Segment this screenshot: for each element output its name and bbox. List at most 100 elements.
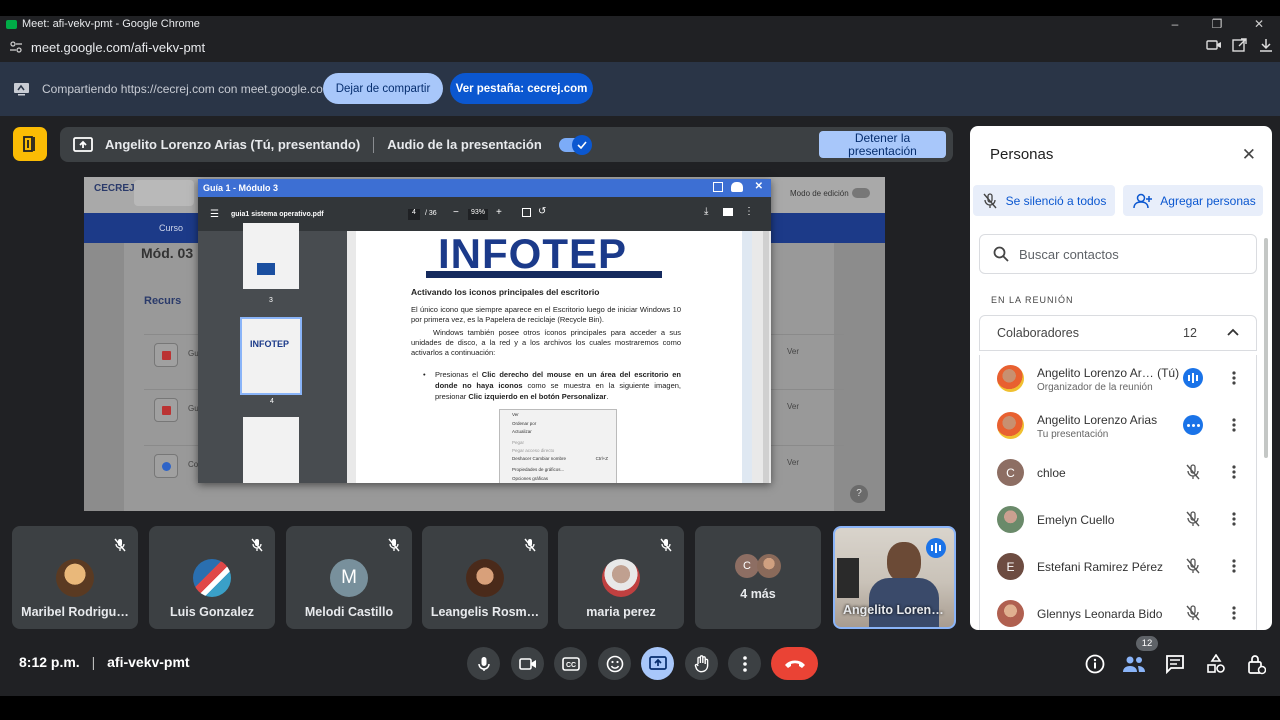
end-call-button[interactable]	[771, 647, 818, 680]
zoom-in-icon[interactable]: +	[496, 207, 502, 218]
thumbnail-page[interactable]	[243, 417, 299, 483]
help-icon[interactable]: ?	[850, 485, 868, 503]
pdf-bullet: • Presionas el Clic derecho del mouse en …	[423, 370, 681, 401]
thumbnail-label: 3	[269, 297, 273, 304]
stop-presenting-button[interactable]: Detener la presentación	[819, 131, 946, 158]
minimize-icon[interactable]: –	[1154, 17, 1196, 31]
ver-link[interactable]: Ver	[787, 402, 799, 411]
raise-hand-button[interactable]	[685, 647, 718, 680]
avatar	[602, 559, 640, 597]
print-icon[interactable]	[723, 208, 733, 216]
site-settings-icon[interactable]	[8, 39, 24, 55]
mic-off-icon	[114, 538, 126, 552]
url-text[interactable]: meet.google.com/afi-vekv-pmt	[31, 40, 205, 55]
more-options-icon[interactable]	[1230, 556, 1238, 576]
activities-icon[interactable]	[1204, 652, 1228, 676]
mute-all-button[interactable]: Se silenció a todos	[973, 185, 1115, 216]
participant-name: chloe	[1037, 466, 1066, 480]
address-bar[interactable]: meet.google.com/afi-vekv-pmt	[0, 32, 1280, 62]
search-placeholder: Buscar contactos	[1019, 246, 1119, 262]
open-external-icon[interactable]	[1232, 38, 1248, 52]
camera-indicator-icon[interactable]	[1206, 38, 1222, 52]
more-participants-tile[interactable]: C 4 más	[695, 526, 821, 629]
microphone-button[interactable]	[467, 647, 500, 680]
thumbnail-page[interactable]	[243, 223, 299, 289]
pdf-scrollbar[interactable]	[763, 231, 769, 483]
meeting-details-icon[interactable]	[1083, 652, 1107, 676]
close-pdf-icon[interactable]: ✕	[755, 181, 763, 192]
more-options-button[interactable]	[728, 647, 761, 680]
thumbnail-page-current[interactable]: INFOTEP	[240, 317, 302, 395]
zoom-input[interactable]: 93%	[468, 209, 488, 220]
ver-link[interactable]: Ver	[787, 347, 799, 356]
audio-toggle[interactable]	[558, 134, 592, 155]
popout-icon[interactable]	[713, 182, 723, 192]
presentation-icon[interactable]	[13, 127, 47, 161]
participant-name: Estefani Ramirez Pérez	[1037, 560, 1164, 574]
participant-row[interactable]: Angelito Lorenzo Ar… (Tú) Organizador de…	[979, 355, 1257, 402]
camera-button[interactable]	[511, 647, 544, 680]
participant-row[interactable]: Glennys Leonarda Bido	[979, 590, 1257, 630]
ver-link[interactable]: Ver	[787, 458, 799, 467]
participant-row[interactable]: E Estefani Ramirez Pérez	[979, 543, 1257, 590]
meeting-info: 8:12 p.m. | afi-vekv-pmt	[19, 654, 190, 670]
menu-icon[interactable]: ☰	[210, 209, 219, 220]
self-video-tile[interactable]: Angelito Lorenz…	[833, 526, 956, 629]
edit-mode-toggle[interactable]	[852, 188, 870, 198]
pdf-window-titlebar: Guía 1 - Módulo 3 ✕	[198, 179, 771, 197]
stop-sharing-button[interactable]: Dejar de compartir	[323, 73, 443, 104]
participant-row[interactable]: Angelito Lorenzo Arias Tu presentación	[979, 402, 1257, 449]
captions-button[interactable]: CC	[554, 647, 587, 680]
restore-icon[interactable]: ❐	[1196, 17, 1238, 31]
participant-tile[interactable]: M Melodi Castillo	[286, 526, 412, 629]
page-number-input[interactable]: 4	[408, 209, 420, 220]
pdf-window-title: Guía 1 - Módulo 3	[203, 183, 279, 193]
emoji-reactions-button[interactable]	[598, 647, 631, 680]
mic-off-icon	[1183, 603, 1203, 623]
svg-text:CC: CC	[565, 662, 575, 669]
participant-tile[interactable]: Luis Gonzalez	[149, 526, 275, 629]
search-contacts-field[interactable]: Buscar contactos	[979, 234, 1257, 274]
chevron-up-icon[interactable]	[1227, 328, 1239, 336]
download-icon[interactable]	[1258, 38, 1274, 52]
close-window-icon[interactable]: ✕	[1238, 17, 1280, 31]
chat-icon[interactable]	[1163, 652, 1187, 676]
add-people-button[interactable]: Agregar personas	[1123, 185, 1263, 216]
participant-tile[interactable]: Maribel Rodrigu…	[12, 526, 138, 629]
host-controls-icon[interactable]	[1244, 652, 1268, 676]
avatar: C	[997, 459, 1024, 486]
participant-name: Emelyn Cuello	[1037, 513, 1115, 527]
rotate-icon[interactable]: ↺	[538, 206, 546, 217]
participant-row[interactable]: Emelyn Cuello	[979, 496, 1257, 543]
zoom-out-icon[interactable]: −	[453, 207, 459, 218]
more-options-icon[interactable]	[1230, 415, 1238, 435]
add-person-icon	[1133, 193, 1153, 209]
view-tab-button[interactable]: Ver pestaña: cecrej.com	[450, 73, 593, 104]
cloud-download-icon[interactable]	[731, 182, 743, 192]
close-panel-icon[interactable]: ✕	[1242, 145, 1256, 165]
presenting-icon	[73, 136, 93, 153]
participant-row[interactable]: C chloe	[979, 449, 1257, 496]
more-options-icon[interactable]: ⋮	[744, 206, 754, 217]
panel-scrollbar[interactable]	[1264, 238, 1268, 458]
divider	[373, 136, 375, 153]
download-pdf-icon[interactable]: ⤓	[704, 206, 708, 217]
screen-share-icon	[13, 82, 30, 96]
participant-tile[interactable]: maria perez	[558, 526, 684, 629]
participant-tile[interactable]: Leangelis Rosm…	[422, 526, 548, 629]
fit-page-icon[interactable]	[522, 208, 531, 217]
present-screen-button[interactable]	[641, 647, 674, 680]
pdf-paragraph-2: Windows también posee otros íconos princ…	[411, 328, 681, 357]
pdf-viewer-window: Guía 1 - Módulo 3 ✕ ☰ guia1 sistema oper…	[198, 179, 771, 483]
window-title: Meet: afi-vekv-pmt - Google Chrome	[22, 18, 200, 30]
collaborators-group-header[interactable]: Colaboradores 12	[979, 315, 1257, 351]
pdf-page: INFOTEP Activando los iconos principales…	[356, 231, 752, 483]
more-options-icon[interactable]	[1230, 368, 1238, 388]
more-options-icon[interactable]	[1230, 603, 1238, 623]
participant-role: Organizador de la reunión	[1037, 382, 1153, 393]
people-icon[interactable]	[1122, 652, 1146, 676]
more-options-icon[interactable]	[1230, 509, 1238, 529]
more-options-icon[interactable]	[1230, 462, 1238, 482]
avatar	[56, 559, 94, 597]
nav-item-curso[interactable]: Curso	[159, 223, 183, 233]
